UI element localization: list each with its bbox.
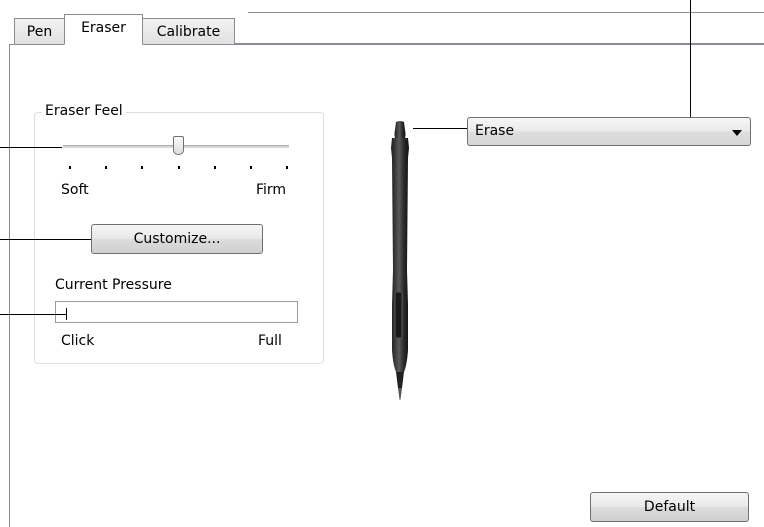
callout-pressure-tick bbox=[66, 308, 67, 320]
slider-tick bbox=[213, 166, 216, 169]
firm-label: Firm bbox=[256, 182, 287, 198]
eraser-function-value: Erase bbox=[475, 123, 515, 139]
tab-calibrate-label: Calibrate bbox=[156, 24, 221, 40]
tab-strip-right-edge bbox=[235, 13, 764, 44]
eraser-function-dropdown[interactable]: Erase bbox=[467, 117, 751, 146]
slider-tick bbox=[69, 166, 71, 169]
eraser-feel-legend: Eraser Feel bbox=[42, 103, 126, 119]
current-pressure-bar bbox=[55, 301, 298, 323]
tab-pen-label: Pen bbox=[26, 24, 53, 40]
slider-tick bbox=[105, 166, 108, 169]
soft-label: Soft bbox=[61, 182, 89, 198]
callout-customize bbox=[0, 239, 91, 240]
callout-dropdown-top bbox=[690, 0, 691, 117]
customize-button-label: Customize... bbox=[133, 231, 221, 247]
slider-tick bbox=[286, 166, 288, 169]
eraser-feel-slider-thumb[interactable] bbox=[172, 136, 184, 155]
pen-tip-icon bbox=[391, 121, 409, 400]
default-button[interactable]: Default bbox=[590, 492, 749, 522]
tab-eraser-label: Eraser bbox=[81, 20, 126, 36]
chevron-down-icon bbox=[732, 130, 742, 136]
callout-pressure bbox=[0, 314, 66, 315]
callout-eraser-feel bbox=[0, 147, 62, 148]
slider-tick bbox=[177, 166, 180, 169]
slider-tick bbox=[249, 166, 252, 169]
click-label: Click bbox=[61, 333, 95, 349]
tab-pen[interactable]: Pen bbox=[14, 18, 65, 45]
full-label: Full bbox=[258, 333, 282, 349]
slider-tick bbox=[141, 166, 144, 169]
tab-eraser[interactable]: Eraser bbox=[64, 14, 143, 45]
top-frame-line bbox=[248, 12, 764, 13]
default-button-label: Default bbox=[643, 499, 696, 515]
customize-button[interactable]: Customize... bbox=[91, 224, 263, 254]
current-pressure-label: Current Pressure bbox=[55, 277, 172, 293]
tab-calibrate[interactable]: Calibrate bbox=[142, 18, 235, 45]
callout-pen-to-dropdown bbox=[413, 128, 467, 129]
